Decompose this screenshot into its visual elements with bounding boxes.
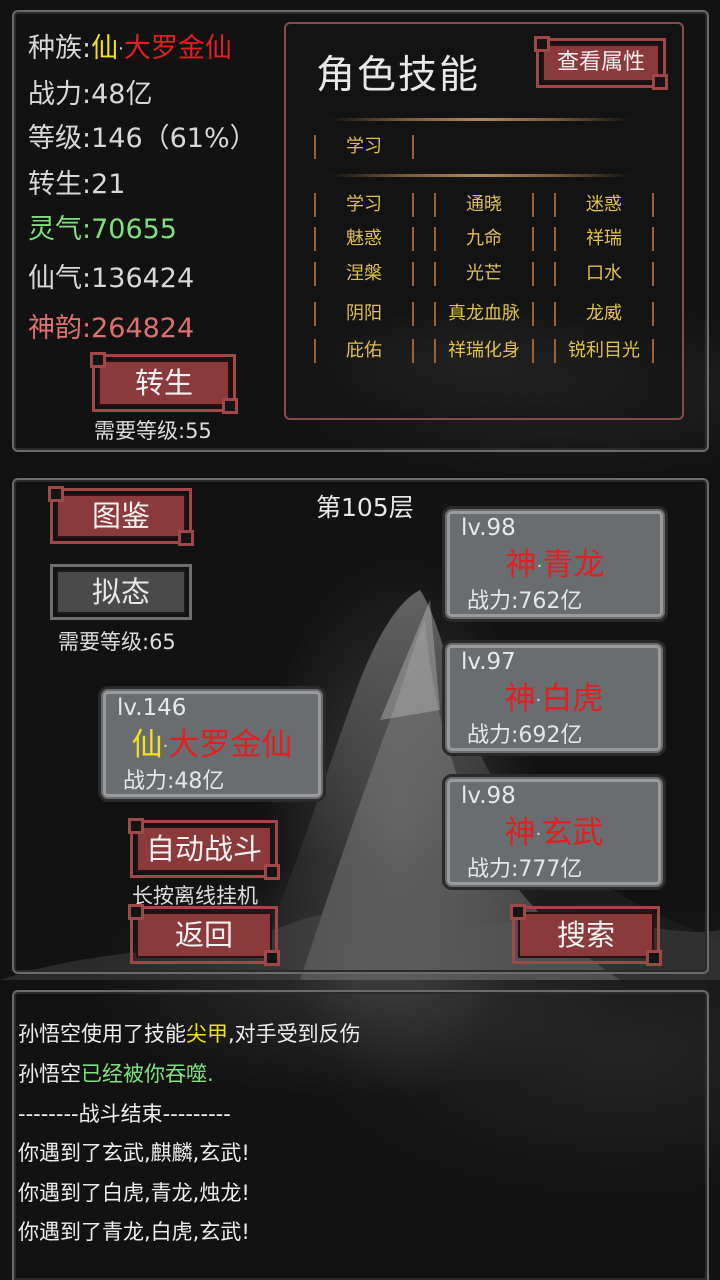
enemy-level: lv.98 [461,783,516,809]
enemy-level: lv.98 [461,515,516,541]
atlas-button[interactable]: 图鉴 [48,486,194,546]
skill-slot[interactable]: 通晓 [434,193,534,217]
mimic-button[interactable]: 拟态 [50,564,192,620]
skill-slot[interactable]: 口水 [554,262,654,286]
enemy-name: 白虎 [541,681,604,717]
log-line: 孙悟空使用了技能尖甲,对手受到反伤 [18,1022,361,1046]
player-prefix: 仙 [131,727,163,763]
auto-battle-hint: 长按离线挂机 [132,884,258,908]
skill-slot[interactable]: 龙威 [554,302,654,326]
player-level: lv.146 [117,695,187,721]
skills-title: 角色技能 [316,53,481,98]
mimic-button-label: 拟态 [91,575,150,609]
skill-slot[interactable]: 迷惑 [554,193,654,217]
skill-slot[interactable]: 祥瑞化身 [434,339,534,363]
view-attributes-button[interactable]: 查看属性 [534,36,668,90]
skill-slot[interactable]: 阴阳 [314,302,414,326]
log-line: --------战斗结束--------- [18,1102,231,1126]
enemy-card[interactable]: lv.98 神·玄武 战力:777亿 [442,774,666,890]
divider [330,174,630,177]
log-line: 你遇到了白虎,青龙,烛龙! [18,1181,250,1205]
enemy-level: lv.97 [461,649,516,675]
search-button-label: 搜索 [556,918,615,952]
log-highlight: 已经被你吞噬. [81,1062,214,1086]
enemy-name-row: 神·玄武 [504,815,604,851]
view-attributes-label: 查看属性 [556,50,645,75]
power-stat: 战力:48亿 [28,79,153,110]
mimic-requirement: 需要等级:65 [58,630,176,654]
back-button[interactable]: 返回 [128,904,280,966]
skill-slot[interactable]: 九命 [434,227,534,251]
back-button-label: 返回 [174,918,233,952]
log-skill-name: 尖甲 [186,1022,228,1046]
race-label: 种族: [28,33,92,64]
rebirth-button-label: 转生 [134,366,193,400]
race-prefix: 仙 [91,33,119,64]
skill-slot[interactable]: 涅槃 [314,262,414,286]
log-line: 你遇到了青龙,白虎,玄武! [18,1220,250,1244]
skill-slot[interactable]: 学习 [314,193,414,217]
enemy-name-row: 神·白虎 [504,681,604,717]
atlas-button-label: 图鉴 [91,499,150,533]
enemy-card[interactable]: lv.97 神·白虎 战力:692亿 [442,640,666,756]
skill-learning[interactable]: 学习 [314,135,414,159]
player-card[interactable]: lv.146 仙·大罗金仙 战力:48亿 [98,686,326,802]
enemy-power: 战力:762亿 [467,589,583,614]
enemy-prefix: 神 [504,815,536,851]
rebirth-stat: 转生:21 [28,169,126,200]
enemy-power: 战力:777亿 [467,857,583,882]
log-line: 你遇到了玄武,麒麟,玄武! [18,1141,250,1165]
rebirth-requirement: 需要等级:55 [94,419,212,443]
player-name-row: 仙·大罗金仙 [131,727,293,763]
divider [330,118,630,121]
skill-slot[interactable]: 光芒 [434,262,534,286]
log-line: 孙悟空已经被你吞噬. [18,1062,214,1086]
xianqi-stat: 仙气:136424 [28,263,195,294]
search-button[interactable]: 搜索 [510,904,662,966]
skill-slot[interactable]: 祥瑞 [554,227,654,251]
floor-label: 第105层 [316,493,414,522]
enemy-name-row: 神·青龙 [505,547,605,583]
enemy-power: 战力:692亿 [467,723,583,748]
skill-slot[interactable]: 魅惑 [314,227,414,251]
race-row: 种族:仙·大罗金仙 [28,33,232,64]
enemy-card[interactable]: lv.98 神·青龙 战力:762亿 [442,506,668,622]
enemy-prefix: 神 [505,547,537,583]
enemy-name: 青龙 [542,547,605,583]
auto-battle-button[interactable]: 自动战斗 [128,818,280,880]
skill-slot[interactable]: 锐利目光 [554,339,654,363]
skill-slot[interactable]: 庇佑 [314,339,414,363]
auto-battle-label: 自动战斗 [145,832,262,866]
enemy-prefix: 神 [504,681,536,717]
player-power: 战力:48亿 [123,769,225,794]
shenyun-stat: 神韵:264824 [28,313,195,344]
level-stat: 等级:146（61%） [28,123,257,154]
player-name: 大罗金仙 [168,727,293,763]
race-name: 大罗金仙 [123,33,232,64]
lingqi-stat: 灵气:70655 [28,214,177,245]
enemy-name: 玄武 [541,815,604,851]
skill-slot[interactable]: 真龙血脉 [434,302,534,326]
rebirth-button[interactable]: 转生 [90,352,238,414]
